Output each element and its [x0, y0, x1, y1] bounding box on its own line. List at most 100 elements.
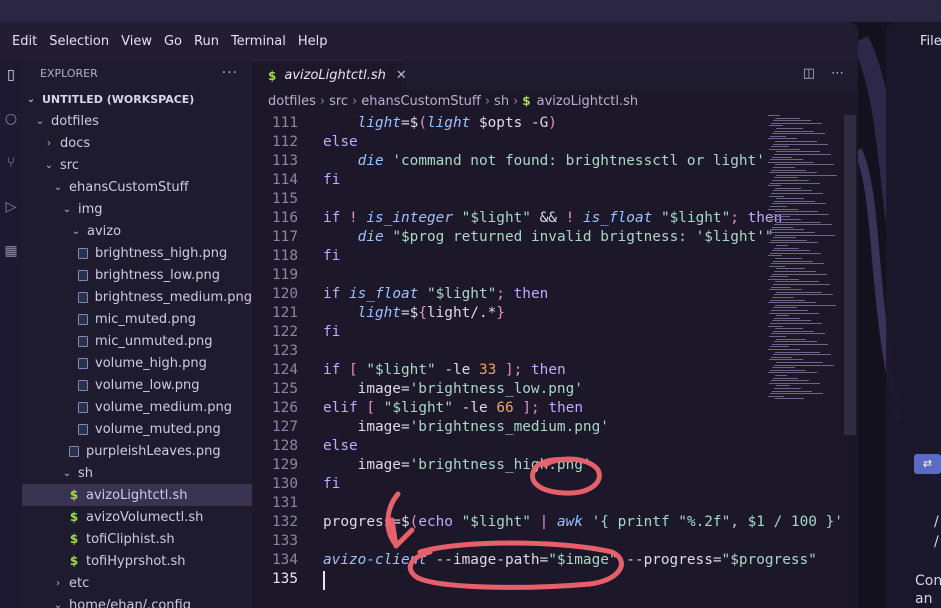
- tree-file[interactable]: $ tofiHyprshot.sh: [22, 550, 252, 572]
- minimap-line: [770, 276, 788, 278]
- tree-file[interactable]: $ tofiCliphist.sh: [22, 528, 252, 550]
- tree-file[interactable]: brightness_high.png: [22, 242, 252, 264]
- settings-gear-icon[interactable]: ⚙: [924, 418, 941, 436]
- minimap-line: [769, 382, 820, 384]
- run-debug-icon[interactable]: ▷: [0, 196, 22, 218]
- split-editor-icon[interactable]: ◫: [803, 66, 815, 81]
- minimap-line: [769, 359, 803, 361]
- tree-file[interactable]: mic_unmuted.png: [22, 330, 252, 352]
- chevron-right-icon: ›: [513, 93, 519, 109]
- tree-file[interactable]: volume_muted.png: [22, 418, 252, 440]
- breadcrumb-item[interactable]: src: [329, 94, 348, 109]
- tree-file[interactable]: mic_muted.png: [22, 308, 252, 330]
- menu-help[interactable]: Help: [292, 34, 334, 49]
- remote-indicator-icon[interactable]: ⇄: [914, 454, 941, 474]
- minimap-line: [774, 247, 799, 249]
- more-actions-icon[interactable]: ⋯: [831, 66, 844, 81]
- tree-file[interactable]: volume_low.png: [22, 374, 252, 396]
- minimap-line: [773, 167, 795, 168]
- image-file-icon: [78, 313, 88, 325]
- code-line[interactable]: avizo-client --image-path="$image" --pro…: [323, 552, 817, 568]
- source-control-icon[interactable]: ⑂: [924, 184, 941, 202]
- menu-view[interactable]: View: [115, 34, 158, 49]
- code-line[interactable]: image='brightness_medium.png': [323, 419, 609, 435]
- search-icon[interactable]: ○: [0, 108, 22, 130]
- extensions-icon[interactable]: ▦: [0, 240, 22, 262]
- tree-folder[interactable]: › etc: [22, 572, 252, 594]
- breadcrumb-item[interactable]: sh: [494, 94, 509, 109]
- code-line[interactable]: if ! is_integer "$light" && ! is_float "…: [323, 210, 782, 226]
- code-line[interactable]: light=$(light $opts -G): [323, 115, 557, 131]
- code-line[interactable]: if [ "$light" -le 33 ]; then: [323, 362, 566, 378]
- vscode-window: Edit Selection View Go Run Terminal Help ▯ ○ ⑂…: [0, 22, 858, 608]
- tree-file[interactable]: brightness_low.png: [22, 264, 252, 286]
- tree-folder[interactable]: ⌄ src: [22, 154, 252, 176]
- minimap-line: [775, 281, 819, 283]
- minimap[interactable]: [768, 115, 840, 415]
- more-actions-icon[interactable]: ···: [222, 65, 238, 81]
- source-control-icon[interactable]: ⑂: [0, 152, 22, 174]
- code-line[interactable]: fi: [323, 172, 340, 188]
- code-line[interactable]: else: [323, 134, 358, 150]
- code-line[interactable]: fi: [323, 476, 340, 492]
- code-line[interactable]: image='brightness_high.png': [323, 457, 592, 473]
- code-line[interactable]: if is_float "$light"; then: [323, 286, 548, 302]
- tree-folder[interactable]: ⌄ avizo: [22, 220, 252, 242]
- code-line[interactable]: fi: [323, 324, 340, 340]
- code-line[interactable]: image='brightness_low.png': [323, 381, 583, 397]
- menu-terminal[interactable]: Terminal: [225, 34, 292, 49]
- minimap-line: [774, 154, 831, 155]
- tree-file[interactable]: purpleishLeaves.png: [22, 440, 252, 462]
- tree-folder[interactable]: ⌄ home/ehan/.config: [22, 594, 252, 608]
- tree-file[interactable]: volume_medium.png: [22, 396, 252, 418]
- tree-folder[interactable]: ⌄ img: [22, 198, 252, 220]
- menu-selection[interactable]: Selection: [43, 34, 115, 49]
- tree-folder[interactable]: › docs: [22, 132, 252, 154]
- tree-folder[interactable]: ⌄ dotfiles: [22, 110, 252, 132]
- tree-folder[interactable]: ⌄ ehansCustomStuff: [22, 176, 252, 198]
- minimap-line: [773, 120, 811, 122]
- minimap-line: [775, 187, 801, 189]
- run-debug-icon[interactable]: ▷: [924, 232, 941, 250]
- account-icon[interactable]: ◉: [924, 370, 941, 388]
- scrollbar-thumb[interactable]: [844, 115, 856, 435]
- minimap-line: [776, 174, 837, 176]
- minimap-line: [768, 302, 816, 304]
- minimap-line: [772, 390, 812, 392]
- menu-run[interactable]: Run: [188, 34, 225, 49]
- code-line[interactable]: else: [323, 438, 358, 454]
- close-icon[interactable]: ✕: [396, 68, 407, 83]
- tree-file[interactable]: volume_high.png: [22, 352, 252, 374]
- tree-file[interactable]: $ avizoVolumectl.sh: [22, 506, 252, 528]
- breadcrumb-item[interactable]: avizoLightctl.sh: [537, 94, 639, 109]
- minimap-line: [775, 375, 787, 376]
- workspace-header[interactable]: ⌄ UNTITLED (WORKSPACE): [22, 88, 252, 110]
- code-line[interactable]: die 'command not found: brightnessctl or…: [323, 153, 765, 169]
- code-line[interactable]: light=${light/.*}: [323, 305, 505, 321]
- tree-file[interactable]: $ avizoLightctl.sh: [22, 484, 252, 506]
- code-editor[interactable]: 111 light=$(light $opts -G) 112 else 113 di…: [252, 115, 852, 608]
- tree-file[interactable]: brightness_medium.png: [22, 286, 252, 308]
- line-number: 134: [272, 552, 298, 568]
- tree-item-label: docs: [60, 135, 91, 151]
- extensions-icon[interactable]: ▦: [924, 284, 941, 302]
- code-line[interactable]: progress=$(echo "$light" | awk '{ printf…: [323, 514, 852, 530]
- menu-file[interactable]: File: [920, 34, 941, 49]
- text-fragment: /: [934, 534, 939, 550]
- breadcrumb-item[interactable]: dotfiles: [268, 94, 316, 109]
- menu-edit[interactable]: Edit: [6, 34, 43, 49]
- menu-bar: Edit Selection View Go Run Terminal Help: [0, 22, 858, 60]
- files-icon[interactable]: ▯: [0, 64, 22, 86]
- tree-item-label: ehansCustomStuff: [69, 179, 189, 195]
- code-line[interactable]: die "$prog returned invalid brigtness: '…: [323, 229, 774, 245]
- menu-go[interactable]: Go: [158, 34, 188, 49]
- tab-avizoLightctl[interactable]: $ avizoLightctl.sh ✕: [252, 60, 407, 90]
- tree-folder[interactable]: ⌄ sh: [22, 462, 252, 484]
- tree-item-label: volume_muted.png: [95, 421, 221, 437]
- code-line[interactable]: elif [ "$light" -le 66 ]; then: [323, 400, 583, 416]
- line-number: 132: [272, 514, 298, 530]
- files-icon[interactable]: ▯: [922, 88, 941, 106]
- code-line[interactable]: fi: [323, 248, 340, 264]
- breadcrumb-item[interactable]: ehansCustomStuff: [361, 94, 481, 109]
- search-icon[interactable]: ○: [924, 140, 941, 158]
